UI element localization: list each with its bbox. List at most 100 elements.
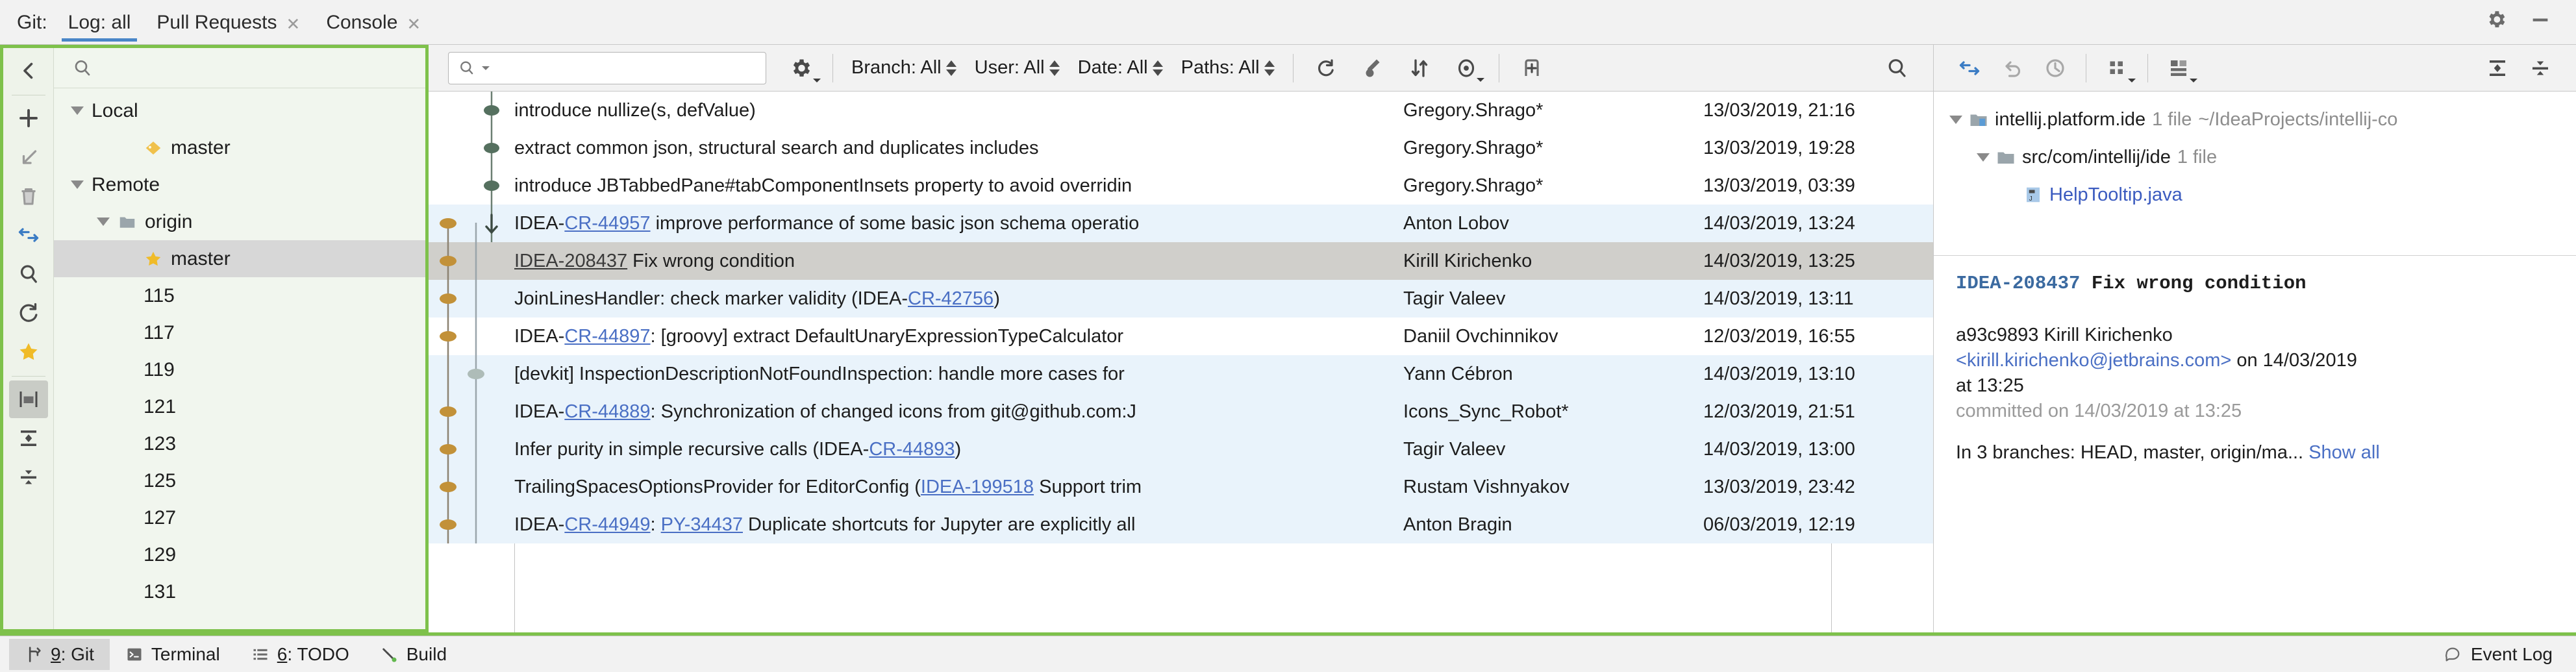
- chevron-down-icon[interactable]: [481, 65, 490, 71]
- subject-text: IDEA-: [514, 326, 564, 347]
- preview-diff-icon[interactable]: [2157, 50, 2200, 86]
- commit-row[interactable]: extract common json, structural search a…: [429, 129, 1933, 167]
- collapse-panel-icon[interactable]: [9, 52, 48, 90]
- show-details-icon[interactable]: [1443, 49, 1490, 87]
- delete-icon[interactable]: [9, 177, 48, 215]
- file-tree-row[interactable]: src/com/intellij/ide1 file: [1949, 138, 2576, 176]
- commit-row[interactable]: IDEA-208437 Fix wrong conditionKirill Ki…: [429, 242, 1933, 280]
- branch-tree-row[interactable]: 119: [54, 351, 425, 388]
- tab-console[interactable]: Console ✕: [313, 0, 434, 44]
- branch-tree-row[interactable]: 129: [54, 536, 425, 573]
- show-long-edges-icon[interactable]: [1508, 49, 1555, 87]
- minimize-icon[interactable]: [2529, 8, 2551, 31]
- branch-tree-row[interactable]: 131: [54, 573, 425, 610]
- expand-all-icon[interactable]: [9, 419, 48, 457]
- branch-tree-row[interactable]: 127: [54, 499, 425, 536]
- commit-row[interactable]: JoinLinesHandler: check marker validity …: [429, 280, 1933, 317]
- git-label: Git:: [9, 12, 55, 44]
- revert-icon[interactable]: [1991, 50, 2034, 86]
- status-item-terminal[interactable]: Terminal: [110, 639, 236, 670]
- filter-paths[interactable]: Paths: All: [1172, 57, 1284, 79]
- checkout-icon[interactable]: [9, 138, 48, 176]
- commit-row[interactable]: introduce nullize(s, defValue)Gregory.Sh…: [429, 92, 1933, 129]
- commit-row[interactable]: IDEA-CR-44949: PY-34437 Duplicate shortc…: [429, 506, 1933, 543]
- branch-tree-row[interactable]: master: [54, 129, 425, 166]
- chevron-down-icon[interactable]: [1949, 116, 1962, 124]
- chevron-down-icon[interactable]: [97, 218, 110, 226]
- group-by-directory-icon[interactable]: [2095, 50, 2138, 86]
- commit-date: 14/03/2019, 13:11: [1699, 288, 1933, 310]
- changed-files-tree[interactable]: intellij.platform.ide1 file~/IdeaProject…: [1934, 92, 2576, 255]
- issue-link[interactable]: CR-44957: [564, 213, 650, 234]
- expand-all-icon[interactable]: [2476, 50, 2519, 86]
- chevron-down-icon[interactable]: [1977, 153, 1990, 162]
- tab-log-all[interactable]: Log: all: [55, 0, 144, 44]
- issue-link[interactable]: CR-42756: [908, 288, 994, 309]
- search-icon[interactable]: [9, 255, 48, 293]
- collapse-all-icon[interactable]: [2519, 50, 2562, 86]
- branch-tree-row[interactable]: 115: [54, 277, 425, 314]
- tag-icon: [144, 138, 163, 158]
- branch-tree-row[interactable]: origin: [54, 203, 425, 240]
- compare-icon[interactable]: [9, 216, 48, 254]
- commit-date: 13/03/2019, 21:16: [1699, 100, 1933, 121]
- branch-tree-row[interactable]: 123: [54, 425, 425, 462]
- log-search-input[interactable]: [448, 52, 766, 84]
- file-tree-row[interactable]: intellij.platform.ide1 file~/IdeaProject…: [1949, 101, 2576, 138]
- commit-table[interactable]: introduce nullize(s, defValue)Gregory.Sh…: [429, 92, 1933, 632]
- status-item-git[interactable]: 9: Git: [9, 639, 110, 670]
- chevron-down-icon[interactable]: [71, 180, 84, 189]
- branches-tree[interactable]: LocalmasterRemoteoriginmaster11511711912…: [54, 88, 425, 629]
- show-all-branches-link[interactable]: Show all: [2308, 442, 2380, 463]
- issue-link[interactable]: CR-44889: [564, 401, 650, 422]
- chevron-down-icon[interactable]: [71, 106, 84, 115]
- refresh-icon[interactable]: [1303, 49, 1349, 87]
- status-item-todo[interactable]: 6: TODO: [236, 639, 365, 670]
- status-item-event-log[interactable]: Event Log: [2471, 639, 2553, 670]
- issue-link[interactable]: IDEA-199518: [921, 477, 1034, 497]
- commit-issue-link[interactable]: IDEA-208437: [1956, 273, 2080, 294]
- issue-link[interactable]: PY-34437: [661, 514, 743, 535]
- refresh-icon[interactable]: [9, 294, 48, 332]
- commit-email[interactable]: <kirill.kirichenko@jetbrains.com>: [1956, 350, 2231, 371]
- commit-row[interactable]: IDEA-CR-44897: [groovy] extract DefaultU…: [429, 317, 1933, 355]
- file-tree-label[interactable]: HelpTooltip.java: [2049, 184, 2182, 206]
- branch-tree-row[interactable]: 121: [54, 388, 425, 425]
- highlight-my-commits-icon[interactable]: [1349, 49, 1396, 87]
- branch-tree-row[interactable]: Remote: [54, 166, 425, 203]
- filter-user[interactable]: User: All: [966, 57, 1069, 79]
- history-icon[interactable]: [2034, 50, 2077, 86]
- collapse-all-icon[interactable]: [9, 458, 48, 496]
- issue-link[interactable]: CR-44893: [869, 439, 955, 460]
- branch-search-field[interactable]: [54, 48, 425, 88]
- commit-row[interactable]: introduce JBTabbedPane#tabComponentInset…: [429, 167, 1933, 205]
- commit-row[interactable]: IDEA-CR-44957 improve performance of som…: [429, 205, 1933, 242]
- branch-tree-row[interactable]: 125: [54, 462, 425, 499]
- commit-date: 12/03/2019, 21:51: [1699, 401, 1933, 423]
- filter-date[interactable]: Date: All: [1069, 57, 1172, 79]
- file-tree-row[interactable]: JHelpTooltip.java: [1949, 176, 2576, 214]
- log-search-icon[interactable]: [1873, 49, 1920, 87]
- gear-icon[interactable]: [2485, 8, 2507, 31]
- branch-tree-row[interactable]: 117: [54, 314, 425, 351]
- add-icon[interactable]: [9, 99, 48, 137]
- close-icon[interactable]: ✕: [406, 16, 421, 34]
- tab-pull-requests[interactable]: Pull Requests ✕: [144, 0, 313, 44]
- commit-row[interactable]: TrailingSpacesOptionsProvider for Editor…: [429, 468, 1933, 506]
- issue-link[interactable]: IDEA-208437: [514, 251, 627, 271]
- log-settings-gear-icon[interactable]: [778, 50, 823, 86]
- branch-tree-row[interactable]: Local: [54, 92, 425, 129]
- intellisort-icon[interactable]: [1396, 49, 1443, 87]
- commit-row[interactable]: Infer purity in simple recursive calls (…: [429, 430, 1933, 468]
- issue-link[interactable]: CR-44949: [564, 514, 650, 535]
- favorite-star-icon[interactable]: [9, 333, 48, 371]
- filter-branch[interactable]: Branch: All: [842, 57, 966, 79]
- close-icon[interactable]: ✕: [286, 16, 301, 34]
- compare-icon[interactable]: [1948, 50, 1991, 86]
- commit-row[interactable]: IDEA-CR-44889: Synchronization of change…: [429, 393, 1933, 430]
- group-by-repository-icon[interactable]: [9, 380, 48, 418]
- issue-link[interactable]: CR-44897: [564, 326, 650, 347]
- branch-tree-row[interactable]: master: [54, 240, 425, 277]
- commit-row[interactable]: [devkit] InspectionDescriptionNotFoundIn…: [429, 355, 1933, 393]
- status-item-build[interactable]: Build: [365, 639, 462, 670]
